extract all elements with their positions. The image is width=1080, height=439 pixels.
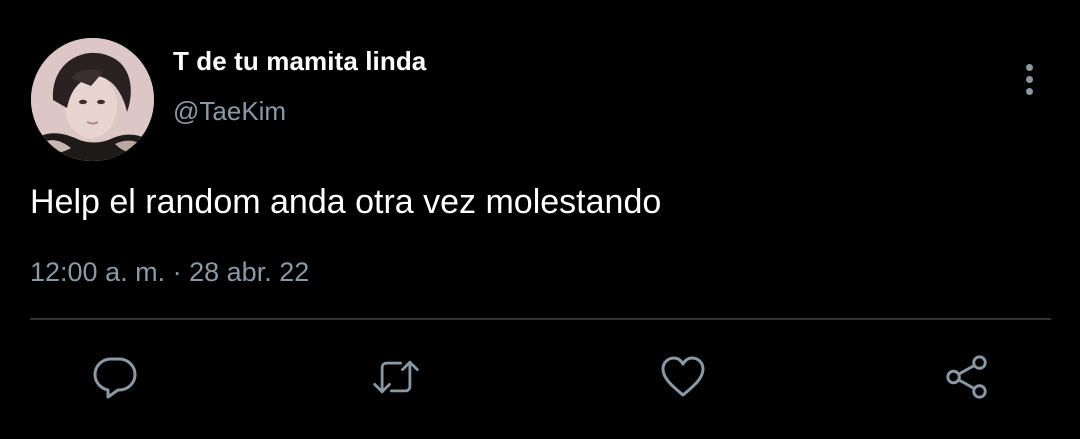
avatar[interactable] bbox=[31, 38, 154, 161]
tweet-text: Help el random anda otra vez molestando bbox=[30, 183, 662, 221]
retweet-button[interactable] bbox=[371, 352, 421, 402]
reply-icon bbox=[93, 357, 137, 399]
like-icon bbox=[661, 356, 705, 397]
divider bbox=[30, 318, 1051, 320]
tweet-date[interactable]: 28 abr. 22 bbox=[189, 257, 309, 287]
meta-separator: · bbox=[172, 257, 182, 287]
like-button[interactable] bbox=[658, 352, 708, 402]
more-dot bbox=[1026, 88, 1033, 95]
reply-button[interactable] bbox=[90, 352, 140, 402]
share-button[interactable] bbox=[942, 352, 992, 402]
more-options-icon[interactable] bbox=[1014, 60, 1046, 100]
tweet-time[interactable]: 12:00 a. m. bbox=[30, 257, 165, 287]
user-handle[interactable]: @TaeKim bbox=[173, 96, 286, 127]
share-icon bbox=[946, 355, 987, 399]
more-dot bbox=[1026, 64, 1033, 71]
tweet-meta: 12:00 a. m. · 28 abr. 22 bbox=[30, 257, 309, 288]
retweet-icon bbox=[373, 360, 419, 394]
display-name[interactable]: T de tu mamita linda bbox=[173, 46, 426, 77]
more-dot bbox=[1026, 76, 1033, 83]
avatar-image bbox=[31, 38, 154, 161]
